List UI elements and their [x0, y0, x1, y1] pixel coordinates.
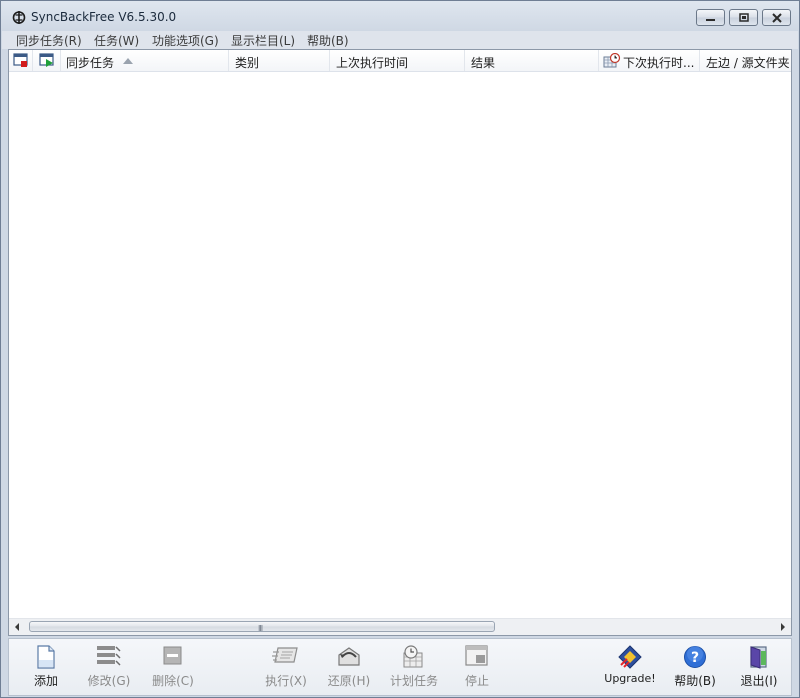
- column-last-run[interactable]: 上次执行时间: [330, 50, 465, 71]
- profile-list-body[interactable]: [9, 72, 791, 620]
- scroll-left-icon[interactable]: [9, 619, 26, 635]
- window-title: SyncBackFree V6.5.30.0: [31, 10, 177, 24]
- column-profile-name[interactable]: 同步任务: [61, 50, 229, 71]
- upgrade-button[interactable]: Upgrade!: [602, 639, 658, 695]
- menu-options[interactable]: 功能选项(G): [150, 32, 221, 49]
- scrollbar-thumb[interactable]: III: [29, 621, 495, 633]
- title-bar[interactable]: SyncBackFree V6.5.30.0: [1, 1, 799, 31]
- schedule-clock-icon: [603, 53, 621, 68]
- scrollbar-grip: III: [258, 624, 263, 633]
- app-logo-icon: [12, 11, 26, 24]
- column-next-run[interactable]: 下次执行时...: [599, 50, 700, 71]
- menu-help[interactable]: 帮助(B): [305, 32, 351, 49]
- profile-list[interactable]: 同步任务 类别 上次执行时间 结果 下次执行时... 左边 / 源文件夹 III: [8, 49, 792, 636]
- column-run-flag[interactable]: [33, 50, 61, 71]
- stop-icon: [465, 645, 488, 666]
- delete-profile-icon: [13, 53, 28, 67]
- column-type[interactable]: 类别: [229, 50, 330, 71]
- exit-button[interactable]: 退出(I): [731, 639, 787, 695]
- schedule-icon: [403, 645, 423, 668]
- column-delete-flag[interactable]: [9, 50, 33, 71]
- delete-icon: [163, 646, 182, 665]
- schedule-button[interactable]: 计划任务: [386, 639, 442, 695]
- upgrade-icon: [618, 645, 642, 669]
- minimize-button[interactable]: [696, 9, 725, 26]
- restore-button[interactable]: 还原(H): [321, 639, 377, 695]
- horizontal-scrollbar[interactable]: III: [9, 618, 791, 635]
- svg-text:?: ?: [691, 650, 699, 666]
- maximize-button[interactable]: [729, 9, 758, 26]
- run-profile-icon: [39, 53, 54, 67]
- menu-view-columns[interactable]: 显示栏目(L): [229, 32, 297, 49]
- new-document-icon: [37, 645, 55, 669]
- menu-bar: 同步任务(R) 任务(W) 功能选项(G) 显示栏目(L) 帮助(B): [2, 31, 798, 49]
- run-icon: [272, 647, 298, 663]
- bottom-toolbar: 添加 修改(G) 删除(C) 执行(X) 还原(H) 计划任务 停止 Upgra…: [8, 638, 792, 696]
- close-button[interactable]: [762, 9, 791, 26]
- help-icon: ?: [684, 646, 706, 668]
- restore-icon: [338, 647, 360, 666]
- minimize-icon: [706, 19, 715, 21]
- menu-tasks[interactable]: 任务(W): [92, 32, 141, 49]
- stop-button[interactable]: 停止: [449, 639, 505, 695]
- modify-button[interactable]: 修改(G): [81, 639, 137, 695]
- list-header: 同步任务 类别 上次执行时间 结果 下次执行时... 左边 / 源文件夹: [9, 50, 791, 72]
- column-result[interactable]: 结果: [465, 50, 599, 71]
- column-source-folder[interactable]: 左边 / 源文件夹: [700, 50, 791, 71]
- maximize-icon: [739, 13, 749, 22]
- close-icon: [772, 13, 782, 23]
- modify-list-icon: [97, 646, 121, 666]
- help-button[interactable]: ? 帮助(B): [667, 639, 723, 695]
- exit-door-icon: [750, 646, 767, 669]
- delete-button[interactable]: 删除(C): [145, 639, 201, 695]
- sort-ascending-icon: [123, 58, 133, 64]
- scroll-right-icon[interactable]: [774, 619, 791, 635]
- add-button[interactable]: 添加: [18, 639, 74, 695]
- menu-sync-tasks[interactable]: 同步任务(R): [14, 32, 84, 49]
- run-button[interactable]: 执行(X): [258, 639, 314, 695]
